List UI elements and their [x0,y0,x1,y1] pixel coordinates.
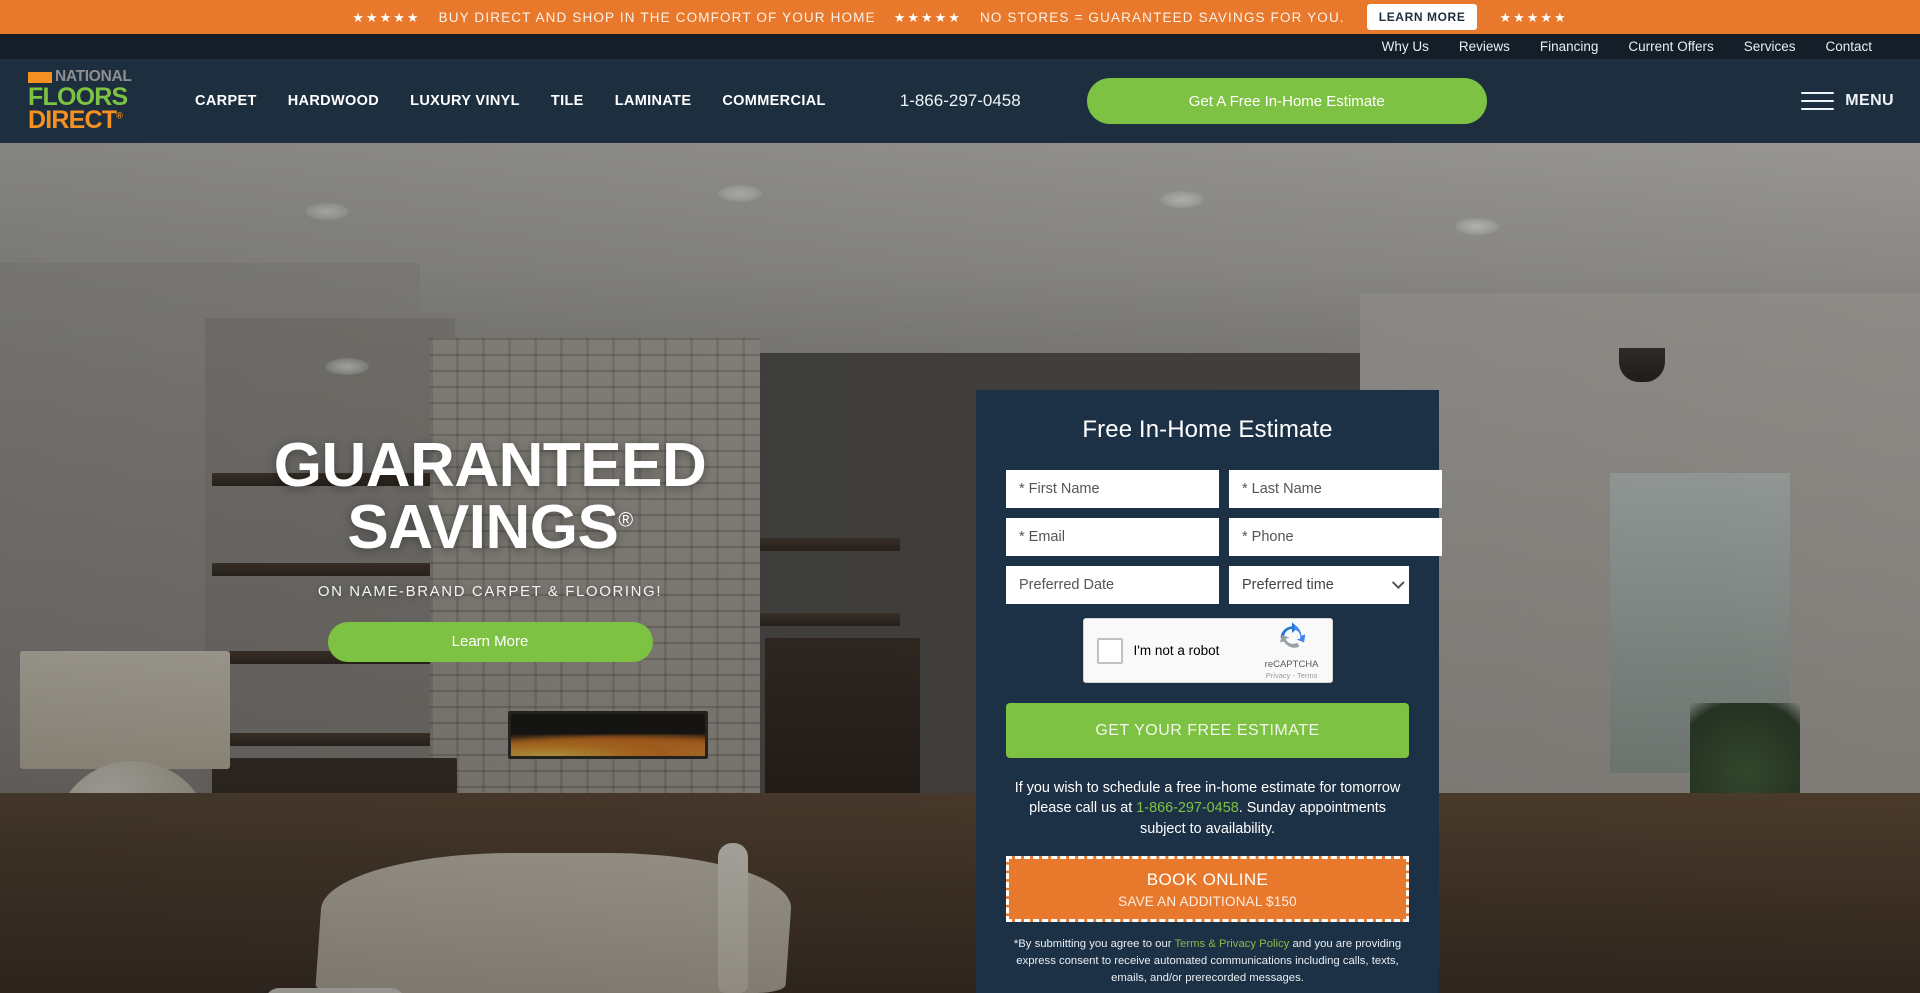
star-rating-icon: ★★★★★ [893,9,962,25]
util-nav-why-us[interactable]: Why Us [1382,39,1429,54]
util-nav-financing[interactable]: Financing [1540,39,1599,54]
logo-direct-word: DIRECT [28,106,117,135]
nav-item-luxury-vinyl[interactable]: LUXURY VINYL [410,93,520,109]
preferred-time-select[interactable]: Preferred time [1229,566,1409,604]
logo-orange-bar-icon [28,71,52,83]
nav-item-tile[interactable]: TILE [551,93,584,109]
hero-title-line-1: GUARANTEED [273,430,707,500]
primary-nav: CARPET HARDWOOD LUXURY VINYL TILE LAMINA… [195,93,826,109]
preferred-date-input[interactable] [1006,566,1219,604]
promo-bar: ★★★★★ BUY DIRECT AND SHOP IN THE COMFORT… [0,0,1920,34]
estimate-form-panel: Free In-Home Estimate Preferred time I'm… [976,390,1442,993]
promo-learn-more-button[interactable]: LEARN MORE [1366,4,1478,30]
promo-message-1: BUY DIRECT AND SHOP IN THE COMFORT OF YO… [438,9,876,25]
form-disclaimer: *By submitting you agree to our Terms & … [1006,936,1409,987]
recaptcha-checkbox[interactable] [1096,637,1123,664]
star-rating-icon: ★★★★★ [352,9,421,25]
util-nav-contact[interactable]: Contact [1825,39,1872,54]
form-row-schedule: Preferred time [1006,566,1409,604]
header-free-estimate-button[interactable]: Get A Free In-Home Estimate [1086,78,1487,124]
logo-text-direct: DIRECT® [28,106,140,135]
form-row-contact [1006,518,1442,556]
hero-copy: GUARANTEED SAVINGS® ON NAME-BRAND CARPET… [0,143,980,993]
preferred-time-wrap: Preferred time [1229,566,1409,604]
hero-subtitle: ON NAME-BRAND CARPET & FLOORING! [317,582,663,600]
site-logo[interactable]: NATIONAL FLOORS DIRECT® [28,69,140,133]
disclaimer-part-1: *By submitting you agree to our [1013,938,1175,951]
form-row-name [1006,470,1442,508]
promo-message-2: NO STORES = GUARANTEED SAVINGS FOR YOU. [979,9,1345,25]
nav-item-commercial[interactable]: COMMERCIAL [722,93,825,109]
header-phone-link[interactable]: 1-866-297-0458 [900,91,1021,111]
phone-input[interactable] [1229,518,1442,556]
util-nav-reviews[interactable]: Reviews [1459,39,1510,54]
book-online-banner[interactable]: BOOK ONLINE SAVE AN ADDITIONAL $150 [1006,856,1409,923]
recaptcha-label: I'm not a robot [1133,643,1220,658]
book-online-subtitle: SAVE AN ADDITIONAL $150 [1118,893,1297,909]
call-note-phone-link[interactable]: 1-866-297-0458 [1136,800,1238,816]
first-name-input[interactable] [1006,470,1219,508]
call-note: If you wish to schedule a free in-home e… [1006,778,1409,839]
hamburger-icon[interactable] [1801,92,1835,110]
hero-title-line-2: SAVINGS [347,492,619,562]
util-nav-current-offers[interactable]: Current Offers [1628,39,1713,54]
last-name-input[interactable] [1229,470,1442,508]
util-nav-services[interactable]: Services [1744,39,1796,54]
recaptcha-brand-name: reCAPTCHA [1264,659,1319,670]
hero-section: GUARANTEED SAVINGS® ON NAME-BRAND CARPET… [0,143,1920,993]
hero-registered-mark: ® [618,508,633,531]
menu-toggle[interactable]: MENU [1801,92,1894,110]
form-title: Free In-Home Estimate [1082,416,1333,443]
email-input[interactable] [1006,518,1219,556]
recaptcha-legal-links[interactable]: Privacy - Terms [1265,671,1319,680]
book-online-title: BOOK ONLINE [1146,869,1269,889]
hero-title: GUARANTEED SAVINGS® [274,434,707,562]
nav-item-laminate[interactable]: LAMINATE [615,93,692,109]
nav-item-carpet[interactable]: CARPET [195,93,257,109]
logo-registered-mark: ® [116,110,123,121]
star-rating-icon: ★★★★★ [1499,9,1568,25]
recaptcha-logo-icon [1279,622,1305,648]
nav-item-hardwood[interactable]: HARDWOOD [288,93,379,109]
utility-nav: Why Us Reviews Financing Current Offers … [0,34,1920,59]
recaptcha-widget[interactable]: I'm not a robot reCAPTCHA Privacy - Term… [1082,618,1333,683]
submit-estimate-button[interactable]: GET YOUR FREE ESTIMATE [1006,703,1409,758]
hero-learn-more-button[interactable]: Learn More [327,621,653,662]
terms-privacy-link[interactable]: Terms & Privacy Policy [1174,938,1289,950]
recaptcha-brand: reCAPTCHA Privacy - Terms [1265,621,1319,680]
main-header: NATIONAL FLOORS DIRECT® CARPET HARDWOOD … [0,59,1920,143]
menu-label: MENU [1845,92,1894,109]
